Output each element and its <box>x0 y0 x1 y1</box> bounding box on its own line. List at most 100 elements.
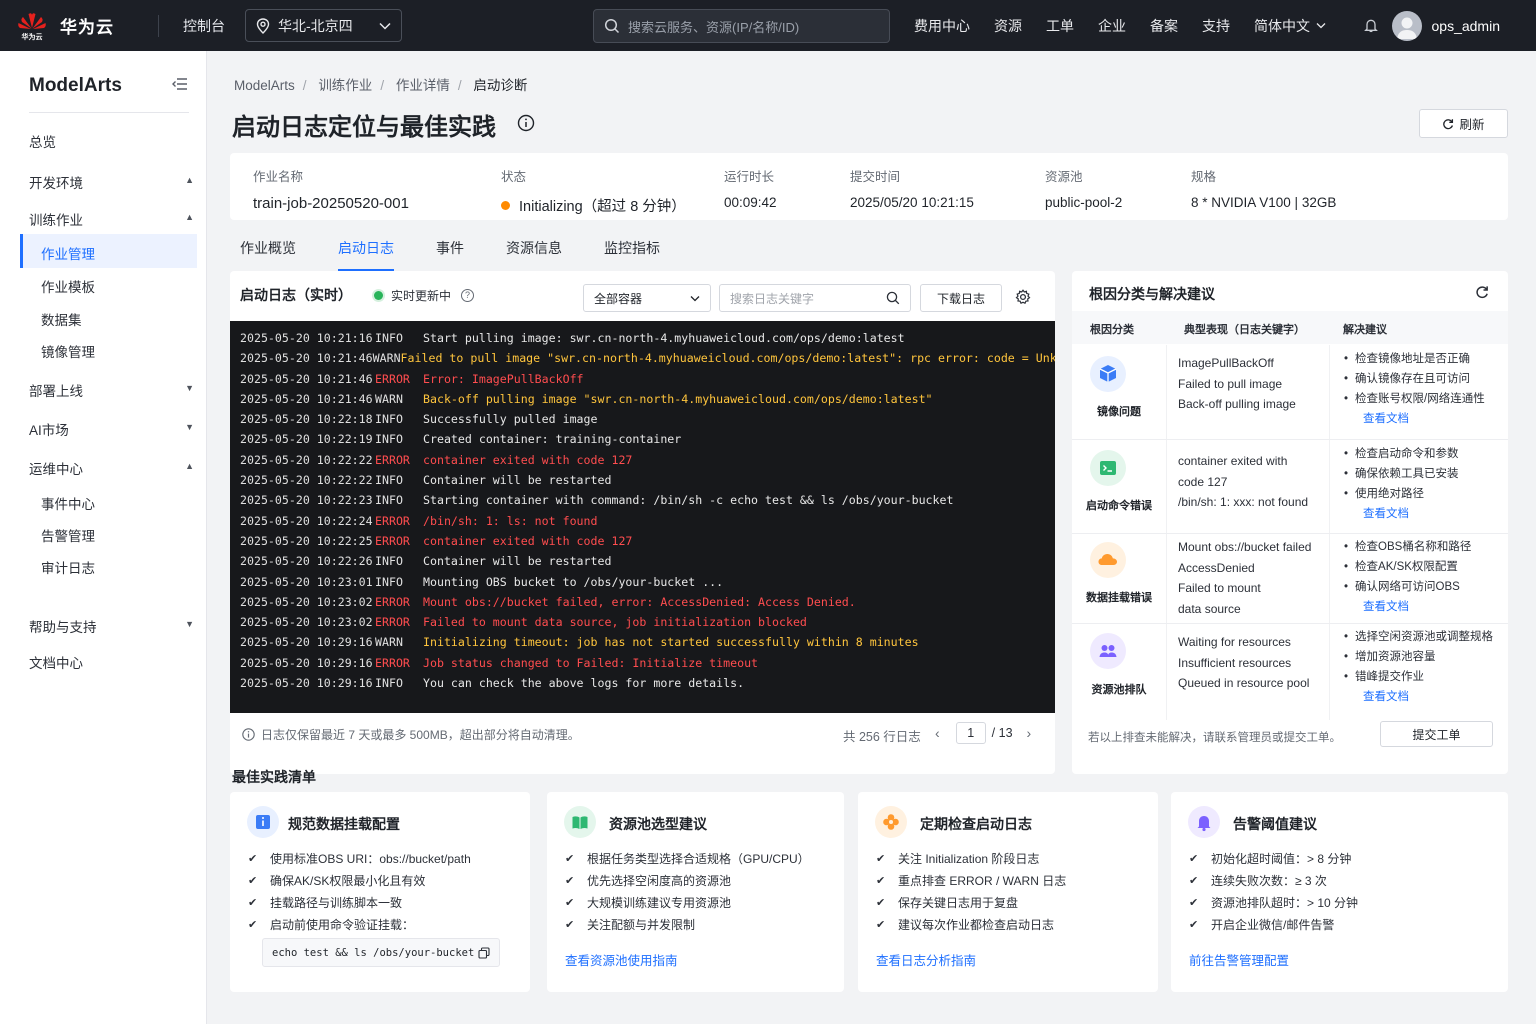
log-terminal[interactable]: 2025-05-20 10:21:16 INFO Start pulling ima… <box>230 321 1055 713</box>
breadcrumb-modelarts[interactable]: ModelArts <box>234 78 295 93</box>
sidebar-item-job-template[interactable]: 作业模板 <box>41 276 95 296</box>
view-doc-link[interactable]: 查看文档 <box>1344 687 1493 707</box>
users-icon <box>1090 633 1126 669</box>
submit-ticket-button[interactable]: 提交工单 <box>1380 721 1493 747</box>
tab-events[interactable]: 事件 <box>436 235 464 271</box>
log-level: INFO <box>375 574 403 589</box>
column-header: 根因分类 <box>1090 324 1134 336</box>
huawei-cloud-logo[interactable]: 华为云 华为云 <box>16 11 144 41</box>
sidebar-item-image-management[interactable]: 镜像管理 <box>41 341 95 361</box>
nav-tickets[interactable]: 工单 <box>1046 16 1074 36</box>
container-select[interactable]: 全部容器 <box>583 284 711 312</box>
help-icon[interactable]: ? <box>461 288 475 302</box>
bell-icon[interactable] <box>1363 18 1378 33</box>
tab-monitoring[interactable]: 监控指标 <box>604 235 660 271</box>
log-message: Job status changed to Failed: Initialize… <box>423 655 759 670</box>
nav-billing[interactable]: 费用中心 <box>914 16 970 36</box>
log-line: 2025-05-20 10:22:22 ERROR container exited… <box>230 450 1055 470</box>
gear-icon[interactable] <box>1015 289 1031 305</box>
root-cause-symptoms: container exited with code 127 /bin/sh: … <box>1178 451 1308 513</box>
check-icon: ✔ <box>248 919 258 931</box>
symptom-text: Insufficient resources <box>1178 655 1292 670</box>
view-doc-link[interactable]: 查看文档 <box>1344 597 1471 617</box>
user-name[interactable]: ops_admin <box>1432 18 1501 34</box>
log-level: INFO <box>375 432 403 447</box>
log-header: 启动日志（实时） 实时更新中? <box>240 285 475 305</box>
sidebar-item-overview[interactable]: 总览 <box>29 131 194 151</box>
card-title: 规范数据挂载配置 <box>288 816 400 832</box>
checklist-text: 开启企业微信/邮件告警 <box>1211 918 1335 932</box>
sidebar-item-audit-log[interactable]: 审计日志 <box>41 557 95 577</box>
log-analysis-guide-link[interactable]: 查看日志分析指南 <box>876 950 976 969</box>
symptom-text: Failed to mount <box>1178 581 1261 595</box>
prev-page-icon[interactable]: ‹ <box>935 725 940 741</box>
sidebar-item-ai-market[interactable]: AI市场 ▼ <box>29 419 194 439</box>
sidebar-item-training[interactable]: 训练作业 ▲ <box>29 209 194 229</box>
breadcrumb-job-detail[interactable]: 作业详情 <box>396 78 450 93</box>
bell-icon <box>1188 806 1220 838</box>
nav-icp[interactable]: 备案 <box>1150 16 1178 36</box>
card-alarm-threshold: 告警阈值建议 ✔ 初始化超时阈值：> 8 分钟 ✔ 连续失败次数：≥ 3 次 ✔ 资源… <box>1171 792 1508 992</box>
caret-up-icon: ▲ <box>185 212 194 222</box>
nav-support[interactable]: 支持 <box>1202 16 1230 36</box>
tab-overview[interactable]: 作业概览 <box>240 235 296 271</box>
checklist-item: ✔ 关注配额与并发限制 <box>565 914 810 936</box>
next-page-icon[interactable]: › <box>1027 725 1032 741</box>
chevron-down-icon <box>379 22 391 30</box>
page-number-input[interactable]: 1 <box>955 722 986 744</box>
sidebar-item-deploy[interactable]: 部署上线 ▼ <box>29 380 194 400</box>
sidebar-item-docs[interactable]: 文档中心 <box>29 652 194 672</box>
summary-label: 状态 <box>501 170 527 184</box>
log-message: Mount obs://bucket failed, error: Access… <box>423 594 856 609</box>
sidebar-item-event-center[interactable]: 事件中心 <box>41 493 95 513</box>
best-practices-title: 最佳实践清单 <box>232 769 316 785</box>
check-icon: ✔ <box>876 897 886 909</box>
sidebar-item-dataset[interactable]: 数据集 <box>41 309 82 329</box>
nav-enterprise[interactable]: 企业 <box>1098 16 1126 36</box>
global-search-input[interactable]: 搜索云服务、资源(IP/名称/ID) <box>593 9 890 43</box>
log-search-input[interactable]: 搜索日志关键字 <box>719 284 911 312</box>
search-icon <box>604 18 620 34</box>
refresh-icon[interactable] <box>1475 285 1489 299</box>
root-cause-suggestions: 检查启动命令和参数 确保依赖工具已安装 使用绝对路径 查看文档 <box>1344 444 1459 524</box>
sidebar-item-dev-env[interactable]: 开发环境 ▲ <box>29 172 194 192</box>
log-total: 共 256 行日志 <box>843 730 921 744</box>
breadcrumb-training[interactable]: 训练作业 <box>318 78 372 93</box>
tab-resources[interactable]: 资源信息 <box>506 235 562 271</box>
console-link[interactable]: 控制台 <box>183 16 225 36</box>
resource-pool-guide-link[interactable]: 查看资源池使用指南 <box>565 950 678 969</box>
check-icon: ✔ <box>565 875 575 887</box>
sidebar-item-alarm-management[interactable]: 告警管理 <box>41 525 95 545</box>
sidebar-item-label: 开发环境 <box>29 176 83 191</box>
symptom-text: code 127 <box>1178 474 1228 489</box>
download-log-button[interactable]: 下载日志 <box>920 284 1002 312</box>
sidebar-item-help[interactable]: 帮助与支持 ▼ <box>29 616 194 636</box>
language-selector[interactable]: 简体中文 <box>1254 16 1326 36</box>
info-icon[interactable] <box>517 114 535 132</box>
log-timestamp: 2025-05-20 10:22:24 <box>240 513 373 528</box>
copy-icon[interactable] <box>478 946 490 959</box>
tab-startup-log[interactable]: 启动日志 <box>338 235 394 271</box>
symptom-text: Mount obs://bucket failed <box>1178 540 1312 554</box>
sidebar-item-ops-center[interactable]: 运维中心 ▲ <box>29 458 194 478</box>
alarm-config-link[interactable]: 前往告警管理配置 <box>1189 950 1289 969</box>
view-doc-link[interactable]: 查看文档 <box>1344 504 1459 524</box>
log-timestamp: 2025-05-20 10:21:16 <box>240 331 373 345</box>
log-message: Back-off pulling image "swr.cn-north-4.m… <box>423 391 933 406</box>
refresh-button[interactable]: 刷新 <box>1419 109 1508 138</box>
log-level: INFO <box>375 676 403 691</box>
sidebar-item-label: 运维中心 <box>29 462 83 477</box>
summary-duration: 运行时长 00:09:42 <box>724 166 777 210</box>
nav-resources[interactable]: 资源 <box>994 16 1022 36</box>
log-timestamp: 2025-05-20 10:21:46 <box>240 391 373 406</box>
log-footer: 日志仅保留最近 7 天或最多 500MB，超出部分将自动清理。 共 256 行日… <box>242 722 1042 746</box>
user-avatar[interactable] <box>1391 10 1422 41</box>
sidebar-item-job-management[interactable]: 作业管理 <box>20 234 197 268</box>
collapse-menu-icon[interactable] <box>172 77 188 91</box>
card-data-mount: 规范数据挂载配置 ✔ 使用标准OBS URI：obs://bucket/path … <box>230 792 530 992</box>
view-doc-link[interactable]: 查看文档 <box>1344 409 1485 429</box>
topbar-divider <box>158 14 159 37</box>
region-selector[interactable]: 华北-北京四 <box>245 9 402 42</box>
checklist-text: 关注 Initialization 阶段日志 <box>898 852 1040 866</box>
status-badge: Initializing（超过 8 分钟） <box>519 199 686 215</box>
